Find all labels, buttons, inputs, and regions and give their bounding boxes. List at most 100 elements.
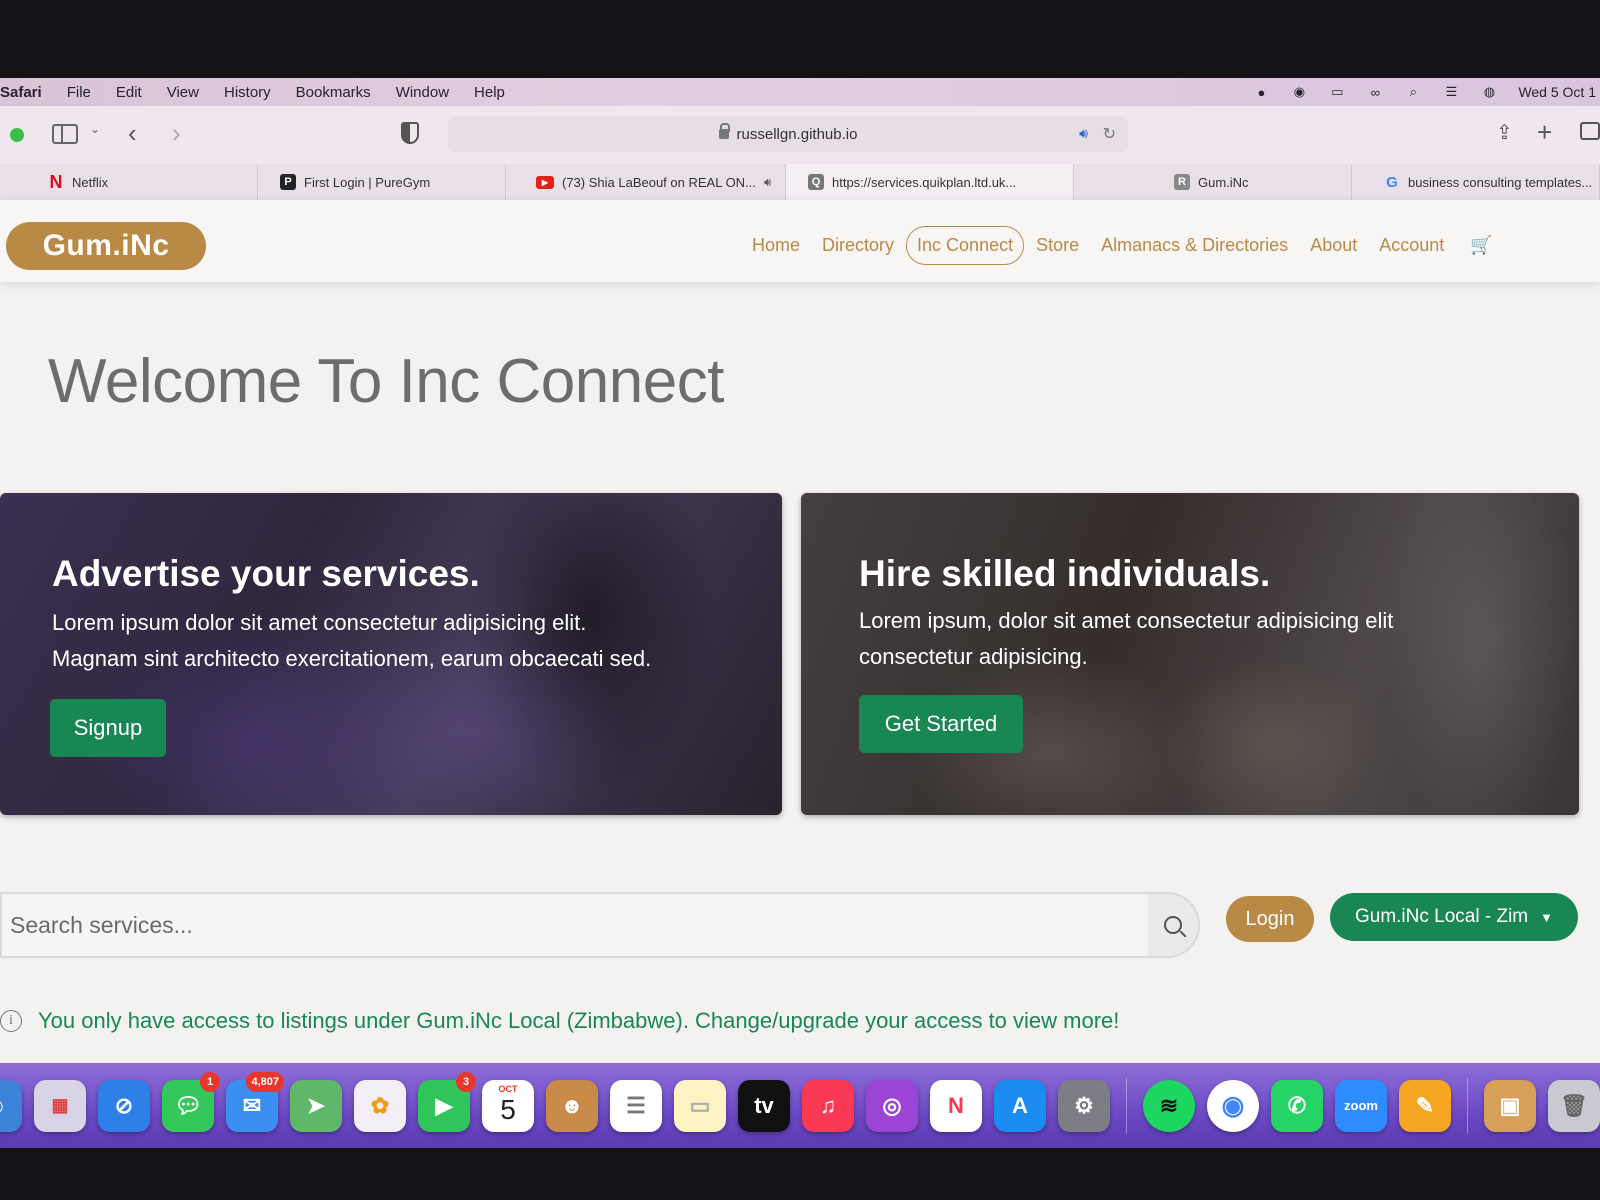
tab-audio-icon[interactable]: 🔊︎ — [764, 175, 772, 190]
menu-history[interactable]: History — [224, 84, 271, 101]
info-icon: i — [0, 1010, 22, 1032]
chrome-icon[interactable]: ◉ — [1207, 1079, 1259, 1132]
chevron-down-icon[interactable]: ⌄ — [90, 122, 100, 136]
nav-account[interactable]: Account — [1379, 235, 1444, 256]
speaker-icon[interactable]: 🔊︎ — [1079, 125, 1088, 142]
privacy-shield-icon[interactable] — [401, 122, 419, 144]
advertise-card-text-line2: Magnam sint architecto exercitationem, e… — [52, 646, 652, 671]
menu-edit[interactable]: Edit — [116, 84, 142, 101]
nav-home[interactable]: Home — [752, 235, 800, 256]
tab-netflix[interactable]: N Netflix — [0, 164, 258, 200]
search-bar — [0, 892, 1200, 958]
news-icon[interactable]: N — [930, 1079, 982, 1132]
tab-label: business consulting templates... — [1408, 174, 1593, 190]
dock-separator — [1467, 1077, 1468, 1134]
new-tab-icon[interactable]: + — [1537, 117, 1552, 148]
dock-separator — [1126, 1077, 1127, 1134]
nav-about[interactable]: About — [1310, 235, 1357, 256]
finder-icon[interactable]: ☺ — [0, 1079, 22, 1132]
music-icon[interactable]: ♫ — [802, 1079, 854, 1132]
photos-icon[interactable]: ✿ — [354, 1079, 406, 1132]
menu-window[interactable]: Window — [396, 84, 449, 101]
pages-icon[interactable]: ✎ — [1399, 1079, 1451, 1132]
tab-puregym[interactable]: P First Login | PureGym — [258, 164, 506, 200]
downloads-icon[interactable]: ▣ — [1484, 1079, 1536, 1132]
contacts-icon[interactable]: ☻ — [546, 1079, 598, 1132]
menubar-clock[interactable]: Wed 5 Oct 1 — [1518, 84, 1596, 100]
calendar-icon[interactable]: OCT 5 — [482, 1079, 534, 1132]
sidebar-toggle-icon[interactable] — [52, 124, 78, 144]
whatsapp-icon[interactable]: ✆ — [1271, 1079, 1323, 1132]
search-button[interactable] — [1148, 894, 1198, 956]
hire-card-text-line1: Lorem ipsum, dolor sit amet consectetur … — [859, 608, 1394, 633]
tab-overview-icon[interactable] — [1580, 122, 1600, 140]
login-button[interactable]: Login — [1226, 896, 1314, 942]
menu-file[interactable]: File — [67, 84, 91, 101]
screen: Safari File Edit View History Bookmarks … — [0, 78, 1600, 1178]
get-started-button[interactable]: Get Started — [859, 695, 1023, 753]
notes-icon[interactable]: ▭ — [674, 1079, 726, 1132]
play-icon[interactable]: ◉ — [1290, 84, 1308, 99]
tab-label: First Login | PureGym — [304, 174, 431, 190]
tab-quikplan[interactable]: Q https://services.quikplan.ltd.uk... — [786, 164, 1074, 200]
share-icon[interactable]: ⇪ — [1496, 120, 1513, 145]
nav-store[interactable]: Store — [1036, 235, 1079, 256]
mail-badge: 4,807 — [246, 1071, 284, 1092]
screen-bezel — [0, 1148, 1600, 1178]
maps-icon[interactable]: ➤ — [290, 1079, 342, 1132]
zoom-icon[interactable]: zoom — [1335, 1079, 1387, 1132]
lock-icon — [718, 123, 730, 139]
messages-icon[interactable]: 💬︎ 1 — [162, 1071, 220, 1132]
menu-bookmarks[interactable]: Bookmarks — [296, 84, 371, 101]
caret-down-icon: ▼ — [1540, 909, 1553, 925]
podcasts-icon[interactable]: ◎ — [866, 1079, 918, 1132]
gum-inc-favicon-icon: R — [1174, 174, 1190, 190]
signup-button[interactable]: Signup — [50, 699, 166, 757]
launchpad-icon[interactable]: ▦ — [34, 1079, 86, 1132]
hire-card-text-line2: consectetur adipisicing. — [859, 644, 1088, 669]
tab-gum-inc[interactable]: R Gum.iNc — [1074, 164, 1352, 200]
back-arrow-icon[interactable]: ‹ — [128, 118, 137, 149]
apple-tv-icon[interactable]: tv — [738, 1079, 790, 1132]
tab-label: https://services.quikplan.ltd.uk... — [832, 174, 1017, 190]
reload-icon[interactable]: ↻ — [1103, 124, 1116, 144]
menu-safari[interactable]: Safari — [0, 84, 42, 101]
menu-view[interactable]: View — [167, 84, 199, 101]
reminders-icon[interactable]: ☰ — [610, 1079, 662, 1132]
safari-icon[interactable]: ⊘ — [98, 1079, 150, 1132]
search-icon — [1164, 916, 1182, 934]
control-center-icon[interactable]: ☰ — [1442, 84, 1460, 99]
nav-links: Home Directory Inc Connect Store Almanac… — [752, 225, 1493, 265]
tab-youtube[interactable]: ▶ (73) Shia LaBeouf on REAL ON... 🔊︎ — [506, 164, 786, 200]
mail-icon[interactable]: ✉ 4,807 — [226, 1071, 284, 1132]
link-icon[interactable]: ∞ — [1366, 85, 1384, 100]
hire-card-title: Hire skilled individuals. — [859, 553, 1271, 594]
menu-help[interactable]: Help — [474, 84, 505, 101]
notice-text[interactable]: You only have access to listings under G… — [38, 1008, 1119, 1034]
nav-inc-connect[interactable]: Inc Connect — [906, 225, 1025, 265]
trash-icon[interactable]: 🗑︎ — [1548, 1079, 1600, 1132]
nav-directory[interactable]: Directory — [822, 235, 894, 256]
forward-arrow-icon[interactable]: › — [172, 118, 181, 149]
search-input[interactable] — [10, 894, 1150, 956]
tab-google[interactable]: G business consulting templates... — [1352, 164, 1600, 200]
tv-label: tv — [754, 1092, 774, 1118]
facetime-icon[interactable]: ▶ 3 — [418, 1071, 476, 1132]
region-dropdown[interactable]: Gum.iNc Local - Zim ▼ — [1330, 893, 1578, 941]
window-zoom-button[interactable] — [10, 128, 24, 142]
system-preferences-icon[interactable]: ⚙ — [1058, 1079, 1110, 1132]
focus-icon[interactable]: ● — [1252, 85, 1270, 100]
siri-icon[interactable]: ◍ — [1480, 84, 1498, 99]
nav-almanacs[interactable]: Almanacs & Directories — [1101, 235, 1288, 256]
messages-badge: 1 — [200, 1071, 220, 1092]
spotify-icon[interactable]: ≋ — [1143, 1079, 1195, 1132]
spotlight-icon[interactable]: ⌕ — [1404, 84, 1422, 99]
site-logo[interactable]: Gum.iNc — [6, 222, 206, 270]
cart-icon[interactable]: 🛒 — [1470, 235, 1492, 256]
quikplan-favicon-icon: Q — [808, 174, 824, 190]
battery-icon[interactable]: ▭ — [1328, 84, 1346, 99]
macos-menubar: Safari File Edit View History Bookmarks … — [0, 78, 1600, 106]
calendar-day: 5 — [500, 1093, 516, 1125]
address-bar[interactable]: russellgn.github.io 🔊︎ ↻ — [448, 116, 1128, 152]
app-store-icon[interactable]: A — [994, 1079, 1046, 1132]
